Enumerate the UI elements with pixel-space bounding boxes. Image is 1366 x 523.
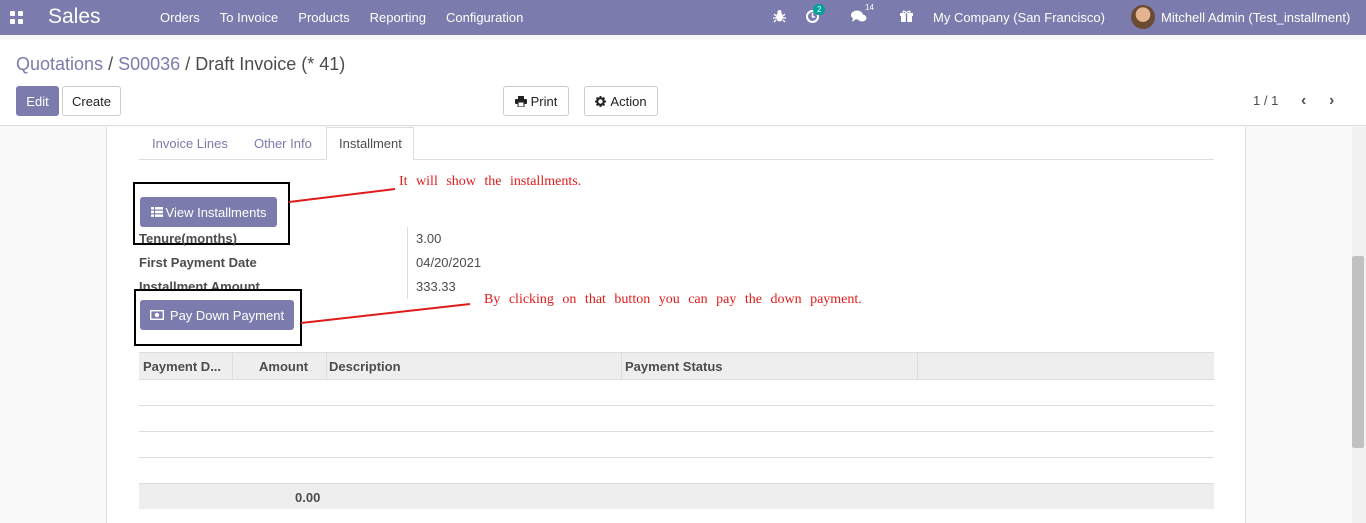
first-payment-date-value: 04/20/2021 — [416, 255, 482, 270]
control-panel: Quotations / S00036 / Draft Invoice (* 4… — [0, 40, 1366, 126]
amount-total: 0.00 — [295, 490, 321, 505]
col-payment-status[interactable]: Payment Status — [625, 359, 723, 374]
view-installments-button[interactable]: View Installments — [140, 197, 277, 227]
top-navbar: Sales Orders To Invoice Products Reporti… — [0, 0, 1366, 35]
chevron-right-icon[interactable]: › — [1329, 92, 1334, 110]
chevron-left-icon[interactable]: ‹ — [1301, 92, 1306, 110]
col-payment-date[interactable]: Payment D... — [143, 359, 221, 374]
form-sheet: Invoice Lines Other Info Installment Vie… — [106, 127, 1246, 523]
menu-configuration[interactable]: Configuration — [446, 10, 523, 25]
table-row — [139, 406, 1214, 432]
create-button[interactable]: Create — [62, 86, 121, 116]
table-footer: 0.00 — [139, 484, 1214, 509]
print-icon — [514, 95, 527, 107]
gear-icon — [595, 95, 607, 107]
apps-icon[interactable] — [10, 11, 23, 24]
view-installments-label: View Installments — [165, 204, 267, 220]
table-header: Payment D... Amount Description Payment … — [139, 352, 1214, 380]
tenure-label: Tenure(months) — [139, 231, 237, 246]
breadcrumb-quotations[interactable]: Quotations — [16, 54, 103, 74]
breadcrumb-order[interactable]: S00036 — [118, 54, 180, 74]
edit-button[interactable]: Edit — [16, 86, 59, 116]
page-title: Draft Invoice (* 41) — [195, 54, 346, 74]
column-divider — [326, 353, 327, 380]
first-payment-date-label: First Payment Date — [139, 255, 257, 270]
company-switcher[interactable]: My Company (San Francisco) — [933, 10, 1105, 25]
list-icon — [150, 207, 163, 217]
table-row — [139, 458, 1214, 484]
main-menu: Orders To Invoice Products Reporting Con… — [160, 10, 543, 25]
notebook-tabs: Invoice Lines Other Info Installment — [139, 127, 1214, 161]
breadcrumb-separator: / — [108, 54, 114, 74]
action-label: Action — [610, 93, 647, 109]
tenure-value: 3.00 — [416, 231, 442, 246]
tab-other-info[interactable]: Other Info — [254, 136, 312, 151]
tab-invoice-lines[interactable]: Invoice Lines — [152, 136, 228, 151]
scrollbar-thumb[interactable] — [1352, 256, 1364, 448]
annotation-view: It will show the installments. — [399, 174, 582, 189]
menu-to-invoice[interactable]: To Invoice — [220, 10, 279, 25]
column-divider — [917, 353, 918, 380]
column-divider — [621, 353, 622, 380]
col-description[interactable]: Description — [329, 359, 401, 374]
breadcrumb: Quotations / S00036 / Draft Invoice (* 4… — [16, 54, 345, 75]
message-count-badge: 14 — [865, 3, 874, 12]
annotation-pay: By clicking on that button you can pay t… — [484, 292, 862, 307]
table-row — [139, 432, 1214, 458]
highlight-box-pay — [134, 289, 302, 346]
activity-count-badge: 2 — [813, 4, 826, 15]
print-button[interactable]: Print — [503, 86, 569, 116]
activity-icon[interactable]: 2 — [806, 4, 826, 26]
gift-icon[interactable] — [900, 10, 913, 26]
user-menu[interactable]: Mitchell Admin (Test_installment) — [1161, 10, 1350, 25]
user-avatar[interactable] — [1131, 5, 1155, 29]
menu-orders[interactable]: Orders — [160, 10, 200, 25]
installment-amount-value: 333.33 — [416, 279, 456, 294]
chat-icon[interactable]: 14 — [851, 3, 874, 26]
table-row — [139, 380, 1214, 406]
column-divider — [232, 353, 233, 380]
breadcrumb-separator: / — [185, 54, 191, 74]
menu-reporting[interactable]: Reporting — [370, 10, 426, 25]
menu-products[interactable]: Products — [298, 10, 349, 25]
tab-installment[interactable]: Installment — [326, 127, 414, 161]
app-name[interactable]: Sales — [48, 5, 101, 29]
form-content: Invoice Lines Other Info Installment Vie… — [0, 127, 1366, 523]
field-divider — [407, 227, 408, 299]
print-label: Print — [530, 93, 558, 109]
action-button[interactable]: Action — [584, 86, 658, 116]
col-amount[interactable]: Amount — [259, 359, 308, 374]
pager-value[interactable]: 1 / 1 — [1253, 93, 1278, 108]
payments-table: Payment D... Amount Description Payment … — [139, 352, 1214, 509]
bug-icon[interactable] — [773, 9, 786, 26]
